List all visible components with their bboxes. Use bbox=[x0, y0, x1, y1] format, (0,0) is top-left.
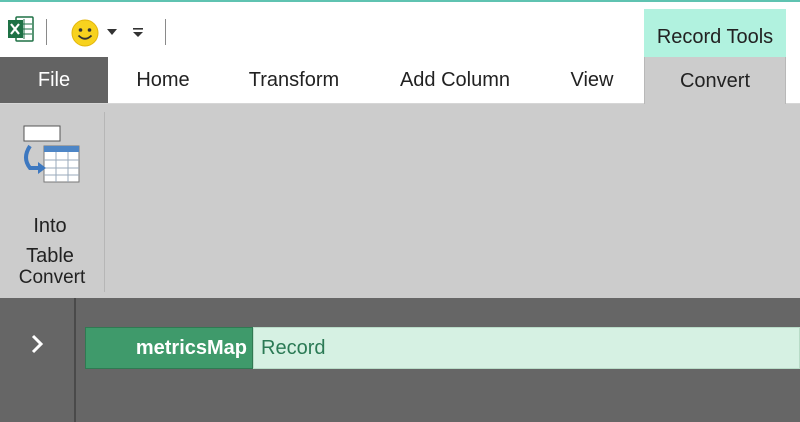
ribbon-panel: Into Table Convert bbox=[0, 104, 800, 298]
context-tab-header-label: Record Tools bbox=[656, 26, 774, 48]
chevron-right-icon bbox=[31, 334, 44, 354]
tab-convert[interactable]: Convert bbox=[644, 57, 786, 105]
into-table-label: Into Table bbox=[8, 211, 92, 271]
tab-home[interactable]: Home bbox=[108, 57, 218, 103]
tab-add-column[interactable]: Add Column bbox=[370, 57, 540, 103]
tab-transform[interactable]: Transform bbox=[218, 57, 370, 103]
pane-divider bbox=[74, 298, 76, 422]
ribbon-group-separator bbox=[104, 112, 105, 292]
tab-view[interactable]: View bbox=[540, 57, 644, 103]
into-table-button[interactable]: Into Table bbox=[8, 118, 92, 267]
record-field-value[interactable]: Record bbox=[253, 327, 800, 369]
dropdown-arrow-icon[interactable] bbox=[106, 27, 118, 37]
tab-file[interactable]: File bbox=[0, 57, 108, 103]
into-table-label-line1: Into bbox=[33, 215, 67, 237]
record-row: metricsMap Record bbox=[85, 327, 800, 369]
excel-icon[interactable] bbox=[7, 15, 35, 43]
ribbon-tabs: File Home Transform Add Column View Conv… bbox=[0, 57, 800, 105]
toolbar-separator bbox=[46, 19, 47, 45]
record-field-name[interactable]: metricsMap bbox=[85, 327, 253, 369]
record-view: metricsMap Record bbox=[0, 298, 800, 422]
context-tab-header: Record Tools bbox=[644, 9, 786, 59]
smiley-icon[interactable] bbox=[70, 18, 100, 48]
title-bar: Record Tools bbox=[0, 0, 800, 59]
toolbar-separator bbox=[165, 19, 166, 45]
customize-toolbar-icon[interactable] bbox=[131, 25, 145, 39]
queries-pane-toggle[interactable] bbox=[0, 298, 75, 422]
into-table-icon bbox=[23, 125, 80, 183]
convert-group-label: Convert bbox=[18, 267, 86, 288]
